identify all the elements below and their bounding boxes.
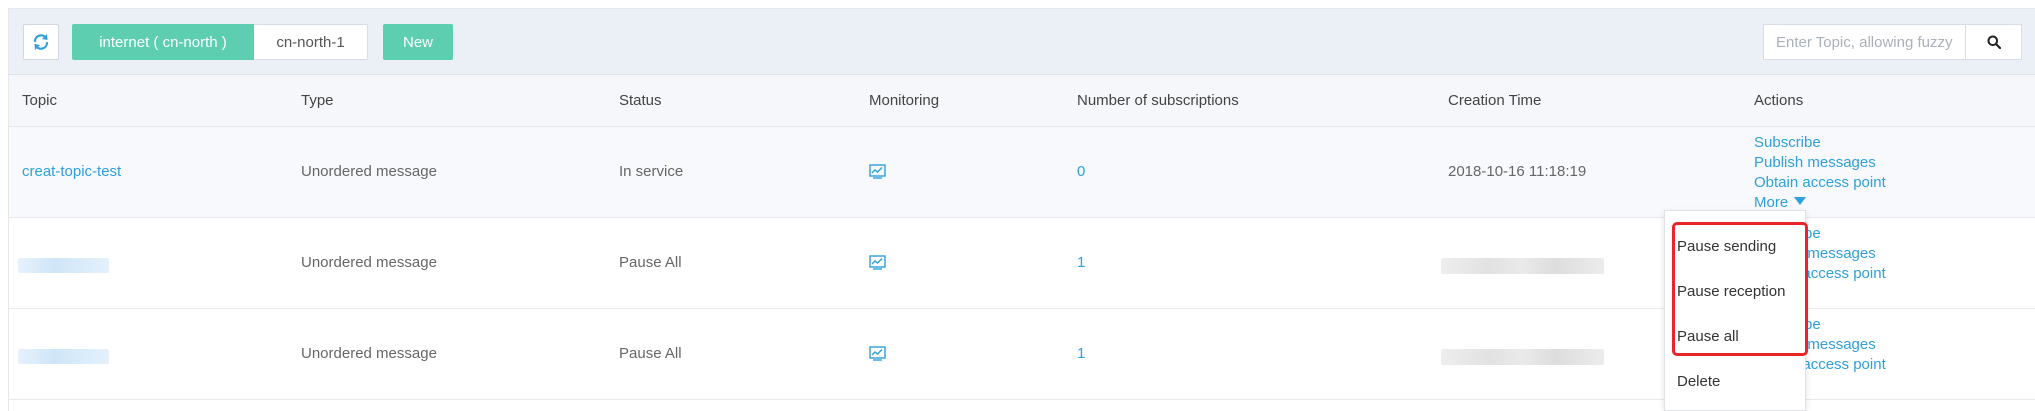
subscription-count-link[interactable]: 0 xyxy=(1077,163,1085,180)
publish-messages-link[interactable]: Publish messages xyxy=(1754,153,1886,173)
subscription-count-link[interactable]: 1 xyxy=(1077,254,1085,271)
refresh-button[interactable] xyxy=(23,24,59,60)
redacted-topic-name[interactable] xyxy=(18,258,109,273)
tab-region-internet-cn-north[interactable]: internet ( cn-north ) xyxy=(72,24,254,60)
topic-type: Unordered message xyxy=(301,163,437,180)
topic-type: Unordered message xyxy=(301,254,437,271)
header-type: Type xyxy=(301,92,334,109)
header-monitoring: Monitoring xyxy=(869,92,940,109)
redacted-creation-time xyxy=(1441,349,1604,365)
header-creation-time[interactable]: Creation Time xyxy=(1448,75,1541,127)
table-row: creat-topic-test Unordered message In se… xyxy=(9,127,2035,218)
topic-status: Pause All xyxy=(619,345,682,362)
topic-type: Unordered message xyxy=(301,345,437,362)
search-button[interactable] xyxy=(1965,24,2022,60)
topic-status: In service xyxy=(619,163,684,180)
header-status: Status xyxy=(619,92,662,109)
subscribe-link[interactable]: Subscribe xyxy=(1754,133,1886,153)
new-topic-button[interactable]: New xyxy=(383,24,453,60)
refresh-icon xyxy=(33,34,49,50)
search-icon xyxy=(1987,35,2001,49)
toolbar: internet ( cn-north ) cn-north-1 New xyxy=(9,9,2035,75)
redacted-creation-time xyxy=(1441,258,1604,274)
redacted-topic-name[interactable] xyxy=(18,349,109,364)
monitor-chart-icon[interactable] xyxy=(869,346,886,361)
table-header: Topic Type Status Monitoring Number of s… xyxy=(9,75,2035,127)
topic-search-input[interactable] xyxy=(1763,24,1965,60)
menu-item-pause-all[interactable]: Pause all xyxy=(1677,328,1739,345)
menu-item-pause-reception[interactable]: Pause reception xyxy=(1677,283,1785,300)
subscription-count-link[interactable]: 1 xyxy=(1077,345,1085,362)
tab-region-cn-north-1[interactable]: cn-north-1 xyxy=(254,24,368,60)
obtain-access-point-link[interactable]: Obtain access point xyxy=(1754,173,1886,193)
caret-down-icon xyxy=(1794,197,1807,205)
monitor-chart-icon[interactable] xyxy=(869,164,886,179)
topic-status: Pause All xyxy=(619,254,682,271)
header-subscriptions: Number of subscriptions xyxy=(1077,92,1239,109)
header-topic[interactable]: Topic xyxy=(22,75,57,127)
creation-time: 2018-10-16 11:18:19 xyxy=(1448,163,1587,180)
menu-item-pause-sending[interactable]: Pause sending xyxy=(1677,238,1776,255)
menu-item-delete[interactable]: Delete xyxy=(1677,373,1720,390)
monitor-chart-icon[interactable] xyxy=(869,255,886,270)
more-label: More xyxy=(1754,194,1789,211)
row-actions: Subscribe Publish messages Obtain access… xyxy=(1754,133,1886,213)
header-actions: Actions xyxy=(1754,92,1804,109)
topic-name-link[interactable]: creat-topic-test xyxy=(22,163,121,180)
more-dropdown-menu: Pause sending Pause reception Pause all … xyxy=(1664,210,1806,411)
